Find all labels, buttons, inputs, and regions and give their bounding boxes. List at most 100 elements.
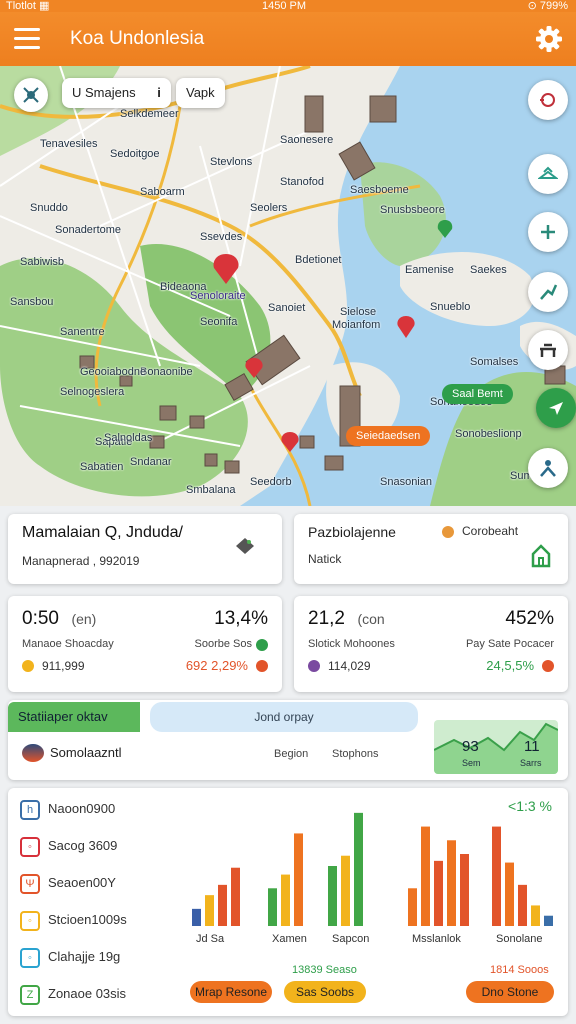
stat1-value: 0:50 <box>22 608 59 629</box>
place-label: Moianfom <box>332 319 381 331</box>
chart-button-2[interactable]: Sas Soobs <box>284 981 366 1003</box>
bar-2-2 <box>354 812 363 926</box>
street-view-button[interactable] <box>528 448 568 488</box>
status-signal: Tlotlot ▦ <box>6 0 50 12</box>
overview-col-2: Stophons <box>332 748 379 760</box>
x-tick-label: Msslanlok <box>412 933 461 945</box>
location-button[interactable] <box>528 80 568 120</box>
map-label: Stanofod <box>280 176 325 188</box>
legend-item[interactable]: ◦ Stcioen1009s <box>20 909 127 931</box>
stat1-label: Manaoe Shoacday <box>22 638 114 650</box>
bar-3-1 <box>421 826 430 926</box>
legend-item[interactable]: Ψ Seaoen00Y <box>20 872 116 894</box>
map-label: Sabatien <box>80 461 124 473</box>
bar-1-0 <box>268 888 277 926</box>
chart-footer-2: 1814 Sooos <box>490 964 549 976</box>
heart-icon <box>22 660 34 672</box>
mini-value-b: 11 <box>524 738 540 755</box>
mini-sparkline: 93 11 Sem Sarrs <box>434 720 558 774</box>
stat2-percent: 452% <box>505 608 554 629</box>
mini-label-b: Sarrs <box>520 758 542 768</box>
map-label: Sonadertome <box>55 224 122 236</box>
status-bar: Tlotlot ▦ 1450 PM ⊙ 799% <box>0 0 576 12</box>
status-time: 1450 PM <box>262 0 307 12</box>
heart-icon <box>308 660 320 672</box>
overview-chip[interactable]: Jond orpay <box>150 702 418 732</box>
chart-button-1[interactable]: Mrap Resone <box>190 981 272 1003</box>
stat2-value: 21,2 <box>308 608 345 629</box>
stat1-percent: 13,4% <box>214 608 268 629</box>
map-label: Seedorb <box>250 476 292 488</box>
location-card[interactable]: Mamalaian Q, Jnduda/ Manapnerad , 992019 <box>8 514 282 584</box>
transit-button[interactable] <box>528 330 568 370</box>
home-icon[interactable] <box>530 542 552 568</box>
bar-3-2 <box>434 860 443 926</box>
legend-label: Stcioen1009s <box>48 912 127 927</box>
legend-item[interactable]: ◦ Sacog 3609 <box>20 835 117 857</box>
layers-icon <box>538 166 558 179</box>
map-label: Tenavesiles <box>40 138 98 150</box>
map-label: Eamenise <box>405 264 454 276</box>
map-canvas <box>0 66 576 506</box>
chart-button-3[interactable]: Dno Stone <box>466 981 554 1003</box>
gear-icon[interactable] <box>534 24 564 54</box>
layers-button[interactable] <box>528 154 568 194</box>
map-view[interactable]: Selkdemeer Tenavesiles Sedoitgoe Saonese… <box>0 66 576 506</box>
navigate-button[interactable] <box>536 388 576 428</box>
overview-strip: Statiiaper oktav Jond orpay Somolaazntl … <box>8 700 568 780</box>
stat2-badge: 24,5,5% <box>486 658 534 673</box>
person-icon <box>540 460 556 477</box>
map-label: Bonaonibe <box>140 366 193 378</box>
bar-chart: Jd Sa Xamen Sapcon Msslanlok Sonolane <box>192 812 553 945</box>
stat-card-2[interactable]: 21,2 (con 452% Slotick Mohoones Pay Sate… <box>294 596 568 692</box>
preferences-card[interactable]: Pazbiolajenne Natick Corobeaht <box>294 514 568 584</box>
stat-card-1[interactable]: 0:50 (en) 13,4% Manaoe Shoacday Soorbe S… <box>8 596 282 692</box>
map-label: Selnogeslera <box>60 386 125 398</box>
menu-icon[interactable] <box>14 28 40 50</box>
compass-button[interactable] <box>14 78 48 112</box>
map-label: Snueblo <box>430 301 471 313</box>
legend-item[interactable]: h Naoon0900 <box>20 798 115 820</box>
place-pill-orange[interactable]: Seiedaedsen <box>346 426 431 446</box>
preferences-title: Pazbiolajenne <box>308 524 396 540</box>
legend-item[interactable]: Z Zonaoe 03sis <box>20 983 126 1005</box>
pin-icon <box>236 538 254 554</box>
place-label: Senoloraite <box>190 290 246 302</box>
navigate-icon <box>549 402 563 415</box>
map-search-chip[interactable]: U Smajens i <box>62 78 171 108</box>
mini-label-a: Sem <box>462 758 481 768</box>
map-label: Sabiwisb <box>20 256 65 268</box>
bar-1-1 <box>281 874 290 926</box>
bar-3-4 <box>460 854 469 926</box>
overview-col-1: Begion <box>274 748 309 760</box>
place-label: Smbalana <box>186 484 236 496</box>
location-title: Mamalaian Q, Jnduda/ <box>22 524 183 542</box>
map-label: Bdetionet <box>295 254 342 266</box>
map-info-toggle[interactable]: i <box>157 85 161 100</box>
map-label: Sedoitgoe <box>110 148 160 160</box>
zoom-in-button[interactable] <box>528 212 568 252</box>
preferences-badge: Corobeaht <box>462 524 519 538</box>
place-pill-green[interactable]: Saal Bemt <box>442 384 513 404</box>
bar-2-1 <box>341 855 350 926</box>
map-label: Saesboeme <box>350 184 409 196</box>
overview-tab[interactable]: Statiiaper oktav <box>8 702 140 732</box>
map-label: Snusbsbeore <box>380 204 445 216</box>
map-label: Sonobeslionp <box>455 428 522 440</box>
map-type-chip[interactable]: Vapk <box>176 78 225 108</box>
stat2-number: 114,029 <box>328 659 371 673</box>
legend-swatch-icon: h <box>20 799 40 820</box>
bar-4-3 <box>531 905 540 926</box>
stat1-badge: 692 2,29% <box>185 658 248 673</box>
overview-row-label: Somolaazntl <box>50 745 122 760</box>
stat1-headline: 0:50 (en) <box>22 608 96 630</box>
preferences-subtitle: Natick <box>308 552 342 566</box>
bench-icon <box>540 343 556 357</box>
chart-footer-1: 13839 Seaso <box>292 964 357 976</box>
route-button[interactable] <box>528 272 568 312</box>
legend-item[interactable]: ◦ Clahajje 19g <box>20 946 120 968</box>
x-tick-label: Sonolane <box>496 933 543 945</box>
map-label: Snasonian <box>380 476 432 488</box>
target-icon <box>540 93 555 107</box>
flag-icon <box>22 744 44 762</box>
